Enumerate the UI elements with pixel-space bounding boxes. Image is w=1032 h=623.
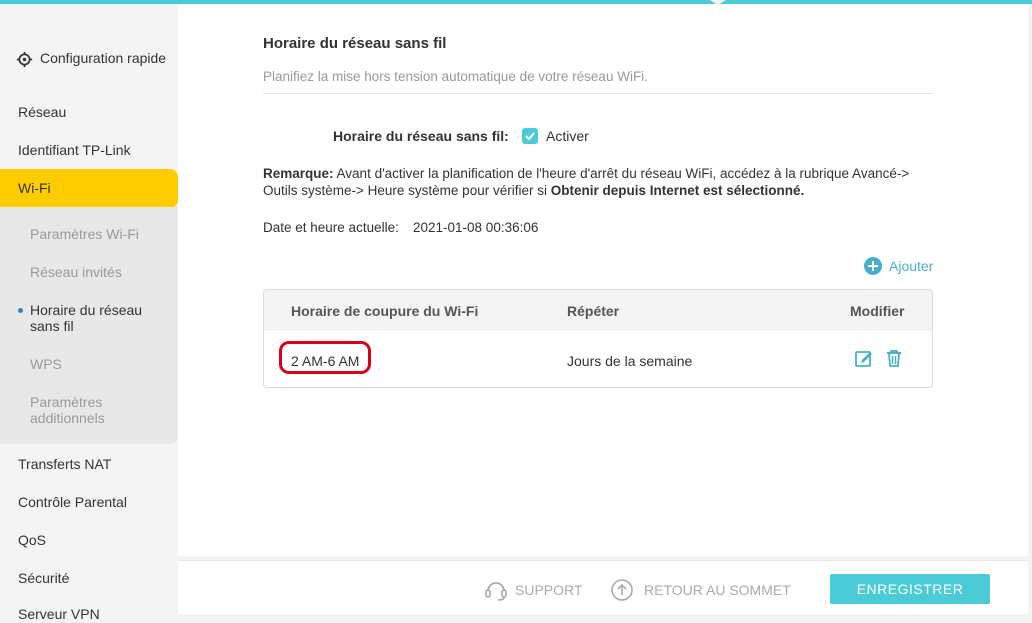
plus-icon xyxy=(864,257,882,275)
schedule-label: Horaire du réseau sans fil: xyxy=(333,128,509,144)
submenu-item-wps[interactable]: WPS xyxy=(30,356,160,372)
submenu-item-wifi-settings[interactable]: Paramètres Wi-Fi xyxy=(30,226,160,242)
submenu-item-guest-network[interactable]: Réseau invités xyxy=(30,264,160,280)
sidebar-item-label: Transferts NAT xyxy=(18,456,112,472)
table-header: Horaire de coupure du Wi-Fi Répéter Modi… xyxy=(264,290,932,331)
footer-bar: SUPPORT RETOUR AU SOMMET ENREGISTRER xyxy=(178,560,1028,614)
sidebar-item-label: Wi-Fi xyxy=(18,180,51,196)
sidebar: Configuration rapide Réseau Identifiant … xyxy=(0,4,178,622)
sidebar-item-quick-setup[interactable]: Configuration rapide xyxy=(0,50,178,68)
divider xyxy=(263,93,933,94)
enable-label[interactable]: Activer xyxy=(546,128,589,144)
sidebar-item-label: Sécurité xyxy=(18,570,70,586)
datetime-label: Date et heure actuelle: xyxy=(263,220,399,235)
note-emphasis: Obtenir depuis Internet est sélectionné. xyxy=(550,183,805,198)
headset-icon xyxy=(485,582,507,601)
page-subtitle: Planifiez la mise hors tension automatiq… xyxy=(263,69,648,84)
edit-icon[interactable] xyxy=(854,348,874,368)
sidebar-item-label: Identifiant TP-Link xyxy=(18,142,131,158)
enable-checkbox[interactable] xyxy=(522,128,538,144)
back-to-top-link[interactable]: RETOUR AU SOMMET xyxy=(610,578,791,602)
cell-time: 2 AM-6 AM xyxy=(291,353,360,369)
submenu-item-label: WPS xyxy=(30,356,62,372)
column-header: Modifier xyxy=(850,303,905,319)
sidebar-item-network[interactable]: Réseau xyxy=(0,104,178,121)
trash-icon[interactable] xyxy=(884,348,904,368)
datetime-value: 2021-01-08 00:36:06 xyxy=(413,220,539,235)
wifi-submenu: Paramètres Wi-Fi Réseau invités Horaire … xyxy=(0,207,178,444)
row-actions xyxy=(854,348,904,368)
submenu-item-label: Paramètres Wi-Fi xyxy=(30,226,139,242)
submenu-item-label: Réseau invités xyxy=(30,264,122,280)
check-icon xyxy=(525,132,535,141)
save-button[interactable]: ENREGISTRER xyxy=(830,574,990,604)
sidebar-item-tplink-id[interactable]: Identifiant TP-Link xyxy=(0,142,178,159)
sidebar-item-label: Réseau xyxy=(18,104,67,120)
sidebar-item-label: Contrôle Parental xyxy=(18,494,127,510)
sidebar-item-label: QoS xyxy=(18,532,47,548)
sidebar-item-security[interactable]: Sécurité xyxy=(0,570,178,587)
note-text: Remarque: Avant d'activer la planificati… xyxy=(263,165,938,199)
sidebar-item-vpn[interactable]: Serveur VPN xyxy=(0,606,178,623)
sidebar-item-wifi[interactable]: Wi-Fi xyxy=(0,169,178,208)
column-header: Répéter xyxy=(567,303,620,319)
note-prefix: Remarque: xyxy=(263,166,334,181)
submenu-item-label: Horaire du réseau sans fil xyxy=(30,302,143,334)
submenu-item-additional-settings[interactable]: Paramètres additionnels xyxy=(30,394,160,426)
main-panel: Horaire du réseau sans fil Planifiez la … xyxy=(178,4,1028,556)
add-button[interactable]: Ajouter xyxy=(864,256,933,276)
sidebar-item-nat[interactable]: Transferts NAT xyxy=(0,456,178,473)
support-label: SUPPORT xyxy=(515,582,583,598)
sidebar-item-label: Configuration rapide xyxy=(40,50,167,66)
submenu-item-wireless-schedule[interactable]: Horaire du réseau sans fil xyxy=(18,302,160,334)
gear-icon xyxy=(16,51,33,68)
column-header: Horaire de coupure du Wi-Fi xyxy=(291,303,479,319)
sidebar-item-qos[interactable]: QoS xyxy=(0,532,178,549)
sidebar-item-parental[interactable]: Contrôle Parental xyxy=(0,494,178,511)
support-link[interactable]: SUPPORT xyxy=(483,578,582,602)
back-to-top-label: RETOUR AU SOMMET xyxy=(644,582,791,598)
submenu-item-label: Paramètres additionnels xyxy=(30,394,105,426)
cell-repeat: Jours de la semaine xyxy=(567,353,693,369)
arrow-up-circle-icon xyxy=(611,579,633,601)
sidebar-item-label: Serveur VPN xyxy=(18,606,100,622)
current-indicator-dot xyxy=(18,308,23,313)
schedule-table: Horaire de coupure du Wi-Fi Répéter Modi… xyxy=(263,289,933,388)
add-label: Ajouter xyxy=(889,258,934,274)
page-title: Horaire du réseau sans fil xyxy=(263,35,447,52)
